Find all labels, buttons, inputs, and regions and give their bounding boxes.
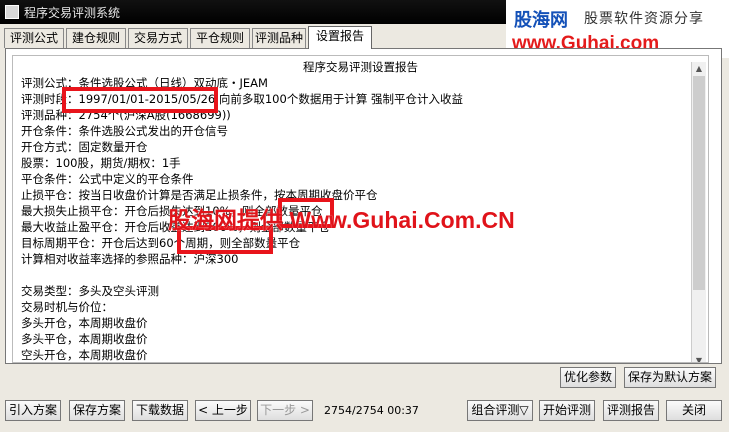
report-line: 空头开仓，本周期收盘价	[21, 348, 148, 362]
report-line: 开仓条件：条件选股公式发出的开仓信号	[21, 124, 228, 138]
save-default-button[interactable]: 保存为默认方案	[624, 367, 716, 388]
close-button[interactable]: 关闭	[666, 400, 722, 421]
scroll-thumb[interactable]	[693, 76, 705, 290]
scroll-down-icon[interactable]: ▼	[692, 354, 706, 362]
combo-eval-button[interactable]: 组合评测▽	[467, 400, 533, 421]
tab-settings-report[interactable]: 设置报告	[308, 26, 372, 49]
highlight-box	[62, 87, 218, 113]
progress-status: 2754/2754 00:37	[324, 404, 419, 417]
tab-close-rules[interactable]: 平仓规则	[190, 28, 250, 48]
logo-name: 股海网	[514, 10, 568, 30]
tab-formula[interactable]: 评测公式	[4, 28, 64, 48]
save-scheme-button[interactable]: 保存方案	[69, 400, 125, 421]
report-scrollbar[interactable]: ▲ ▼	[691, 62, 706, 362]
window-title: 程序交易评测系统	[24, 6, 121, 20]
report-line: 多头开仓，本周期收盘价	[21, 316, 148, 330]
report-title: 程序交易评测设置报告	[303, 60, 418, 74]
logo-tagline: 股票软件资源分享	[584, 11, 704, 27]
main-window: 程序交易评测系统 股海网 股票软件资源分享 www.Guhai.com 评测公式…	[0, 0, 729, 432]
report-line: 交易类型：多头及空头评测	[21, 284, 159, 298]
watermark-text: 股海网提供 Www.Guhai.Com.CN	[168, 207, 515, 233]
report-line: 多头平仓，本周期收盘价	[21, 332, 148, 346]
eval-report-button[interactable]: 评测报告	[603, 400, 659, 421]
tab-open-rules[interactable]: 建仓规则	[66, 28, 126, 48]
start-eval-button[interactable]: 开始评测	[539, 400, 595, 421]
report-line: 股票：100股，期货/期权：1手	[21, 156, 181, 170]
import-scheme-button[interactable]: 引入方案	[5, 400, 61, 421]
next-step-button[interactable]: 下一步 >	[257, 400, 313, 421]
tab-symbols[interactable]: 评测品种	[252, 28, 306, 48]
report-line: 计算相对收益率选择的参照品种：沪深300	[21, 252, 239, 266]
prev-step-button[interactable]: < 上一步	[195, 400, 251, 421]
scroll-up-icon[interactable]: ▲	[692, 62, 706, 76]
download-data-button[interactable]: 下载数据	[132, 400, 188, 421]
optimize-button[interactable]: 优化参数	[560, 367, 616, 388]
report-line: 交易时机与价位：	[21, 300, 113, 314]
report-line: 平仓条件：公式中定义的平仓条件	[21, 172, 194, 186]
app-icon	[5, 5, 19, 19]
tab-trade-mode[interactable]: 交易方式	[128, 28, 188, 48]
report-line: 开仓方式：固定数量开仓	[21, 140, 148, 154]
